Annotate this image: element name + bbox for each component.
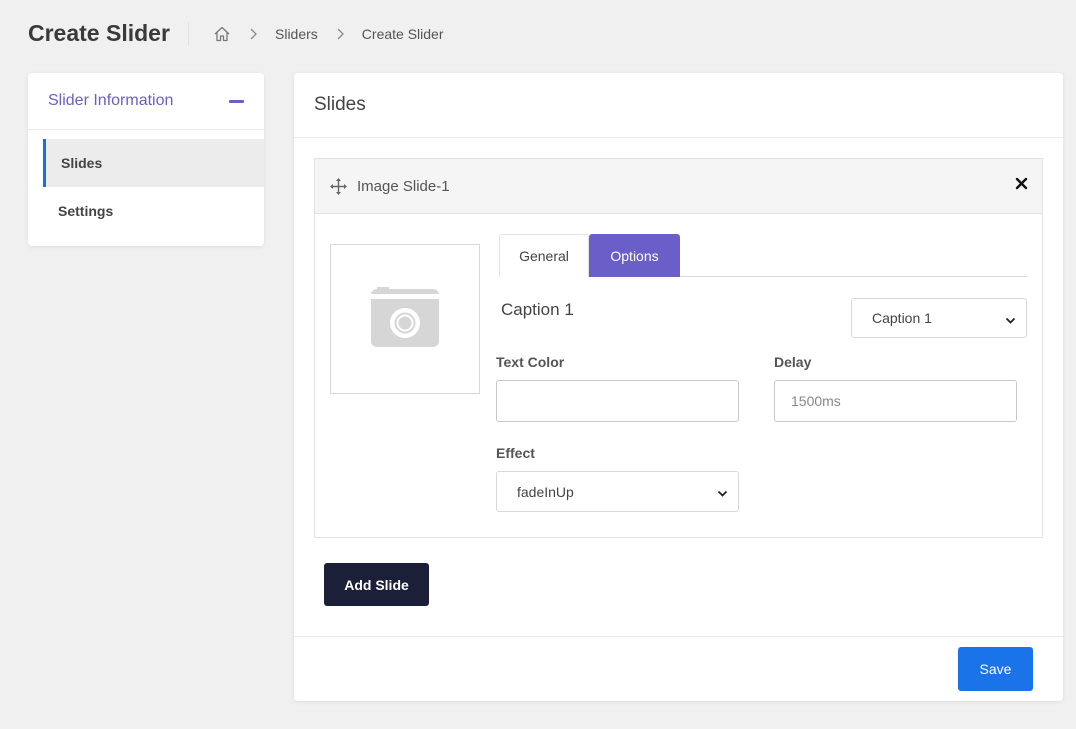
breadcrumb-item-sliders[interactable]: Sliders — [275, 26, 318, 42]
caption-select-value: Caption 1 — [872, 310, 932, 326]
slide-image-upload[interactable] — [330, 244, 480, 394]
caption-title: Caption 1 — [501, 300, 574, 319]
tab-options[interactable]: Options — [589, 234, 680, 277]
delay-label: Delay — [774, 354, 812, 370]
delay-input[interactable]: 1500ms — [774, 380, 1017, 422]
text-color-label: Text Color — [496, 354, 565, 370]
panel-footer: Save — [294, 636, 1063, 701]
home-icon[interactable] — [213, 25, 231, 43]
breadcrumb-item-current: Create Slider — [361, 26, 444, 42]
sidebar-item-label: Settings — [58, 203, 114, 219]
caption-select[interactable]: Caption 1 — [851, 298, 1027, 338]
slide-header: Image Slide-1 — [315, 159, 1042, 214]
move-icon[interactable] — [330, 177, 347, 195]
slide-card: Image Slide-1 General Options Caption 1 … — [314, 158, 1043, 538]
chevron-right-icon — [331, 25, 349, 43]
slide-title: Image Slide-1 — [357, 177, 450, 195]
effect-select[interactable]: fadeInUp — [496, 471, 739, 512]
page-title: Create Slider — [28, 20, 170, 46]
camera-icon — [369, 285, 441, 354]
chevron-down-icon — [717, 486, 728, 497]
panel-title: Slider Information — [48, 92, 174, 109]
slides-title: Slides — [294, 73, 1063, 138]
panel-header[interactable]: Slider Information — [28, 73, 264, 130]
save-button[interactable]: Save — [958, 647, 1033, 691]
sidebar-item-label: Slides — [61, 155, 103, 171]
close-icon[interactable] — [1015, 177, 1028, 190]
slide-tabs: General Options — [499, 234, 1027, 277]
chevron-right-icon — [244, 25, 262, 43]
chevron-down-icon — [1005, 313, 1016, 324]
tab-general[interactable]: General — [499, 234, 589, 277]
effect-label: Effect — [496, 445, 535, 461]
slides-panel: Slides Image Slide-1 General Options Cap… — [294, 73, 1063, 701]
sidebar-item-slides[interactable]: Slides — [43, 139, 264, 187]
breadcrumb: Sliders Create Slider — [188, 22, 444, 46]
slider-information-panel: Slider Information Slides Settings — [28, 73, 264, 246]
add-slide-button[interactable]: Add Slide — [324, 563, 429, 606]
minus-icon[interactable] — [229, 99, 244, 103]
sidebar-item-settings[interactable]: Settings — [42, 187, 263, 235]
text-color-input[interactable] — [496, 380, 739, 422]
effect-select-value: fadeInUp — [517, 483, 574, 500]
